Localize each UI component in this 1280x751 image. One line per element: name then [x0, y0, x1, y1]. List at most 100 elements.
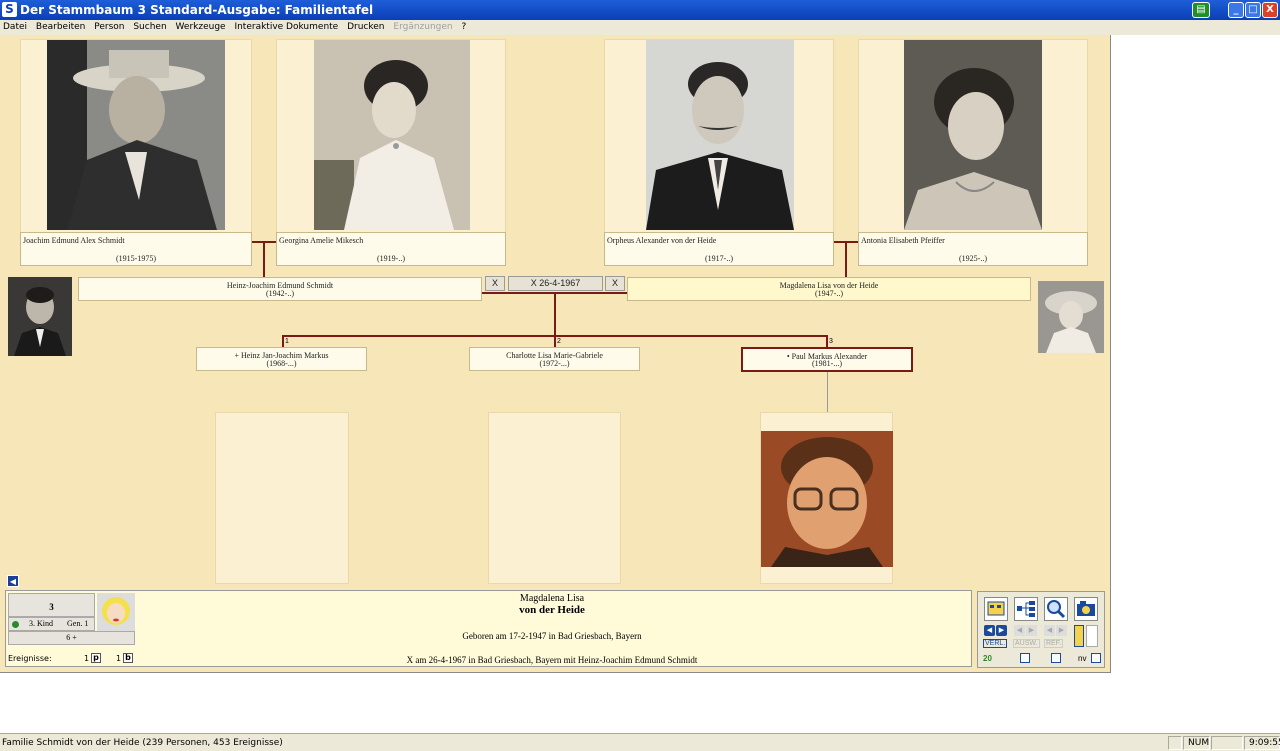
camera-icon[interactable] — [1074, 597, 1098, 621]
portrait-georgina-mikesch[interactable] — [314, 40, 470, 230]
first-page-button[interactable]: ◀ — [7, 575, 19, 587]
verl-next-icon[interactable]: ▶ — [996, 625, 1007, 636]
option-checkbox-2[interactable] — [1051, 653, 1061, 663]
nv-label: nv — [1078, 654, 1087, 663]
photo-frame-grandmother-paternal — [276, 39, 506, 234]
events-b-button[interactable]: b — [123, 653, 133, 663]
person-box-grandfather-paternal[interactable]: Joachim Edmund Alex Schmidt (1915-1975) — [20, 232, 252, 266]
person-box-child-1[interactable]: + Heinz Jan-Joachim Markus (1968-...) — [196, 347, 367, 371]
events-row: Ereignisse: 1 p 1 b — [8, 653, 133, 663]
marriage-right-button[interactable]: X — [605, 276, 625, 291]
marriage-left-button[interactable]: X — [485, 276, 505, 291]
menu-person[interactable]: Person — [91, 20, 127, 32]
menu-ergaenzungen: Ergänzungen — [393, 22, 453, 32]
person-name: Orpheus Alexander von der Heide — [607, 236, 717, 245]
status-pane-empty — [1168, 736, 1182, 750]
ausw-label: AUSW. — [1013, 639, 1040, 648]
ref-prev-icon: ◀ — [1044, 625, 1055, 636]
person-dates: (1919-..) — [377, 254, 405, 263]
family-chart-tool-icon[interactable] — [984, 597, 1008, 621]
status-dot-icon — [12, 621, 19, 628]
search-icon[interactable] — [1044, 597, 1068, 621]
person-surname: von der Heide — [519, 604, 585, 616]
menu-help[interactable]: ? — [459, 20, 470, 32]
portrait-paul-markus[interactable] — [761, 431, 893, 567]
photo-frame-child-2 — [488, 412, 621, 584]
status-text: Familie Schmidt von der Heide (239 Perso… — [2, 738, 283, 748]
person-name: Antonia Elisabeth Pfeiffer — [861, 236, 945, 245]
person-name: Joachim Edmund Alex Schmidt — [23, 236, 125, 245]
menu-werkzeuge[interactable]: Werkzeuge — [173, 20, 229, 32]
person-index: 3 — [8, 593, 95, 617]
child-gen-row: 3. Kind Gen. 1 — [8, 617, 95, 631]
person-dates: (1925-..) — [959, 254, 987, 263]
photo-frame-child-1 — [215, 412, 349, 584]
person-birth: Geboren am 17-2-1947 in Bad Griesbach, B… — [462, 631, 642, 641]
child-3-line — [826, 335, 828, 347]
person-box-grandmother-maternal[interactable]: Antonia Elisabeth Pfeiffer (1925-..) — [858, 232, 1088, 266]
female-avatar-icon — [97, 593, 135, 631]
person-dates: (1981-...) — [812, 359, 842, 368]
tree-view-tool-icon[interactable] — [1014, 597, 1038, 621]
photo-frame-grandfather-maternal — [604, 39, 834, 234]
child-1-number: 1 — [285, 338, 289, 345]
ausw-next-icon: ▶ — [1026, 625, 1037, 636]
photo-frame-grandmother-maternal — [858, 39, 1088, 234]
status-time: 9:09:55 — [1244, 736, 1280, 750]
person-box-child-3-selected[interactable]: • Paul Markus Alexander (1981-...) — [741, 347, 913, 372]
child-1-line — [282, 335, 284, 347]
photo-frame-child-3 — [760, 412, 893, 584]
ref-next-icon: ▶ — [1056, 625, 1067, 636]
ref-label: REF. — [1044, 639, 1064, 648]
menu-datei[interactable]: Datei — [0, 20, 30, 32]
person-dates: (1915-1975) — [116, 254, 156, 263]
menu-bar: Datei Bearbeiten Person Suchen Werkzeuge… — [0, 20, 1280, 35]
events-p-button[interactable]: p — [91, 653, 101, 663]
person-info-panel: 3 3. Kind Gen. 1 6 + Ereignisse: 1 p 1 b… — [5, 590, 972, 667]
portrait-orpheus-von-der-heide[interactable] — [646, 40, 794, 230]
portrait-father-small[interactable] — [8, 277, 72, 356]
maximize-button[interactable]: □ — [1245, 2, 1261, 18]
window-title: Der Stammbaum 3 Standard-Ausgabe: Famili… — [20, 3, 374, 17]
verl-label[interactable]: VERL. — [983, 639, 1008, 648]
person-box-father[interactable]: Heinz-Joachim Edmund Schmidt (1942-..) — [78, 277, 482, 301]
portrait-joachim-schmidt[interactable] — [47, 40, 225, 230]
descent-line-maternal — [845, 241, 847, 277]
person-box-grandmother-paternal[interactable]: Georgina Amelie Mikesch (1919-..) — [276, 232, 506, 266]
nv-checkbox[interactable] — [1091, 653, 1101, 663]
ausw-prev-icon: ◀ — [1014, 625, 1025, 636]
child-2-line — [554, 335, 556, 347]
status-pane-empty-2 — [1211, 736, 1243, 750]
children-trunk-line — [554, 292, 556, 336]
person-dates: (1968-...) — [266, 359, 297, 368]
child-3-number: 3 — [829, 338, 833, 345]
menu-interaktive-dokumente[interactable]: Interaktive Dokumente — [231, 20, 341, 32]
menu-suchen[interactable]: Suchen — [130, 20, 169, 32]
title-bar: S Der Stammbaum 3 Standard-Ausgabe: Fami… — [0, 0, 1280, 20]
option-checkbox-1[interactable] — [1020, 653, 1030, 663]
person-dates: (1917-..) — [705, 254, 733, 263]
marriage-date-button[interactable]: X 26-4-1967 — [508, 276, 603, 291]
person-box-child-2[interactable]: Charlotte Lisa Marie-Gabriele (1972-...) — [469, 347, 640, 371]
person-dates: (1942-..) — [266, 289, 294, 298]
minimize-button[interactable]: _ — [1228, 2, 1244, 18]
verl-prev-icon[interactable]: ◀ — [984, 625, 995, 636]
status-num: NUM — [1183, 736, 1210, 750]
menu-drucken[interactable]: Drucken — [344, 20, 387, 32]
close-button[interactable]: X — [1262, 2, 1278, 18]
printer-icon[interactable]: ▤ — [1192, 2, 1210, 18]
person-first-names: Magdalena Lisa — [519, 593, 585, 604]
person-box-grandfather-maternal[interactable]: Orpheus Alexander von der Heide (1917-..… — [604, 232, 834, 266]
person-box-mother[interactable]: Magdalena Lisa von der Heide (1947-..) — [627, 277, 1031, 301]
portrait-antonia-pfeiffer[interactable] — [904, 40, 1042, 230]
events-p-count: 1 — [84, 654, 90, 663]
family-chart: Joachim Edmund Alex Schmidt (1915-1975) … — [0, 35, 1111, 673]
child-3-photo-line — [827, 372, 828, 412]
gen-label: Gen. 1 — [67, 619, 89, 628]
person-count: 6 + — [8, 631, 135, 645]
menu-bearbeiten[interactable]: Bearbeiten — [33, 20, 88, 32]
notes-icon[interactable] — [1074, 625, 1084, 647]
status-bar: Familie Schmidt von der Heide (239 Perso… — [0, 733, 1280, 751]
portrait-mother-small[interactable] — [1038, 281, 1104, 353]
events-b-count: 1 — [116, 654, 122, 663]
